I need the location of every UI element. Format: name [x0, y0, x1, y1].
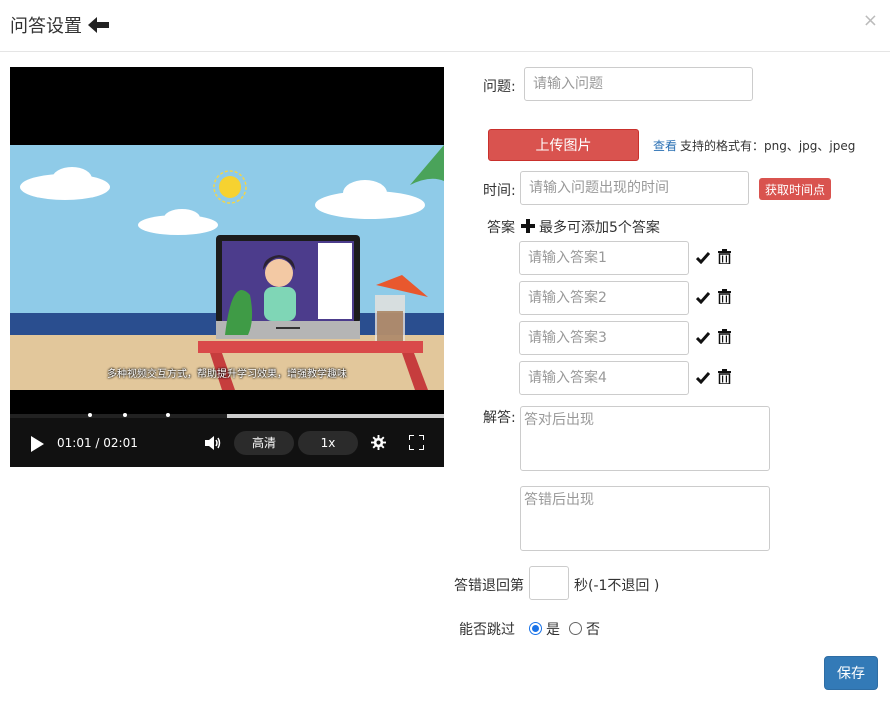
answer-input-3[interactable]	[519, 321, 689, 355]
question-input[interactable]	[524, 67, 753, 101]
video-player[interactable]: 多种视频交互方式，帮助提升学习效果，增强教学趣味 01:01 / 02:01 高…	[10, 67, 444, 467]
skip-no-radio[interactable]	[569, 622, 582, 635]
wrong-explain-textarea[interactable]	[520, 486, 770, 551]
time-label: 时间:	[483, 183, 516, 199]
trash-icon[interactable]	[718, 369, 731, 384]
save-button[interactable]: 保存	[824, 656, 878, 690]
rollback-suffix: 秒(-1不退回 )	[574, 578, 660, 594]
video-subtitle: 多种视频交互方式，帮助提升学习效果，增强教学趣味	[107, 369, 347, 380]
modal-title-text: 问答设置	[10, 16, 82, 37]
play-icon[interactable]	[30, 436, 44, 452]
modal-title: 问答设置	[10, 12, 110, 38]
time-input[interactable]	[520, 171, 749, 205]
progress-marker[interactable]	[122, 413, 127, 417]
trash-icon[interactable]	[718, 329, 731, 344]
answers-hint: 最多可添加5个答案	[539, 220, 660, 236]
gear-icon[interactable]	[371, 435, 386, 450]
question-label: 问题:	[483, 79, 516, 95]
get-time-button[interactable]: 获取时间点	[759, 178, 831, 200]
skip-yes-label: 是	[546, 622, 560, 638]
video-frame	[10, 145, 444, 390]
fullscreen-icon[interactable]	[409, 435, 424, 450]
explain-label: 解答:	[483, 410, 516, 426]
answer-input-2[interactable]	[519, 281, 689, 315]
speed-button[interactable]: 1x	[298, 431, 358, 455]
player-controls: 01:01 / 02:01 高清 1x	[10, 418, 444, 467]
skip-label: 能否跳过	[459, 622, 515, 638]
quality-button[interactable]: 高清	[234, 431, 294, 455]
check-icon[interactable]	[696, 332, 710, 344]
modal-header: 问答设置 ×	[0, 0, 890, 52]
skip-yes-radio[interactable]	[529, 622, 542, 635]
check-icon[interactable]	[696, 372, 710, 384]
answers-label: 答案	[487, 220, 515, 236]
trash-icon[interactable]	[718, 289, 731, 304]
time-display: 01:01 / 02:01	[57, 436, 138, 450]
arrow-left-icon[interactable]	[88, 16, 110, 34]
view-formats-link[interactable]: 查看	[653, 137, 677, 154]
upload-image-button[interactable]: 上传图片	[488, 129, 639, 161]
close-icon[interactable]: ×	[863, 12, 878, 30]
trash-icon[interactable]	[718, 249, 731, 264]
skip-no-label: 否	[586, 622, 600, 638]
correct-explain-textarea[interactable]	[520, 406, 770, 471]
rollback-prefix: 答错退回第	[454, 578, 524, 594]
check-icon[interactable]	[696, 252, 710, 264]
volume-icon[interactable]	[205, 435, 221, 451]
answer-input-1[interactable]	[519, 241, 689, 275]
check-icon[interactable]	[696, 292, 710, 304]
answer-input-4[interactable]	[519, 361, 689, 395]
plus-icon[interactable]	[521, 219, 535, 233]
formats-text: 支持的格式有：png、jpg、jpeg	[680, 139, 856, 153]
rollback-seconds-input[interactable]	[529, 566, 569, 600]
